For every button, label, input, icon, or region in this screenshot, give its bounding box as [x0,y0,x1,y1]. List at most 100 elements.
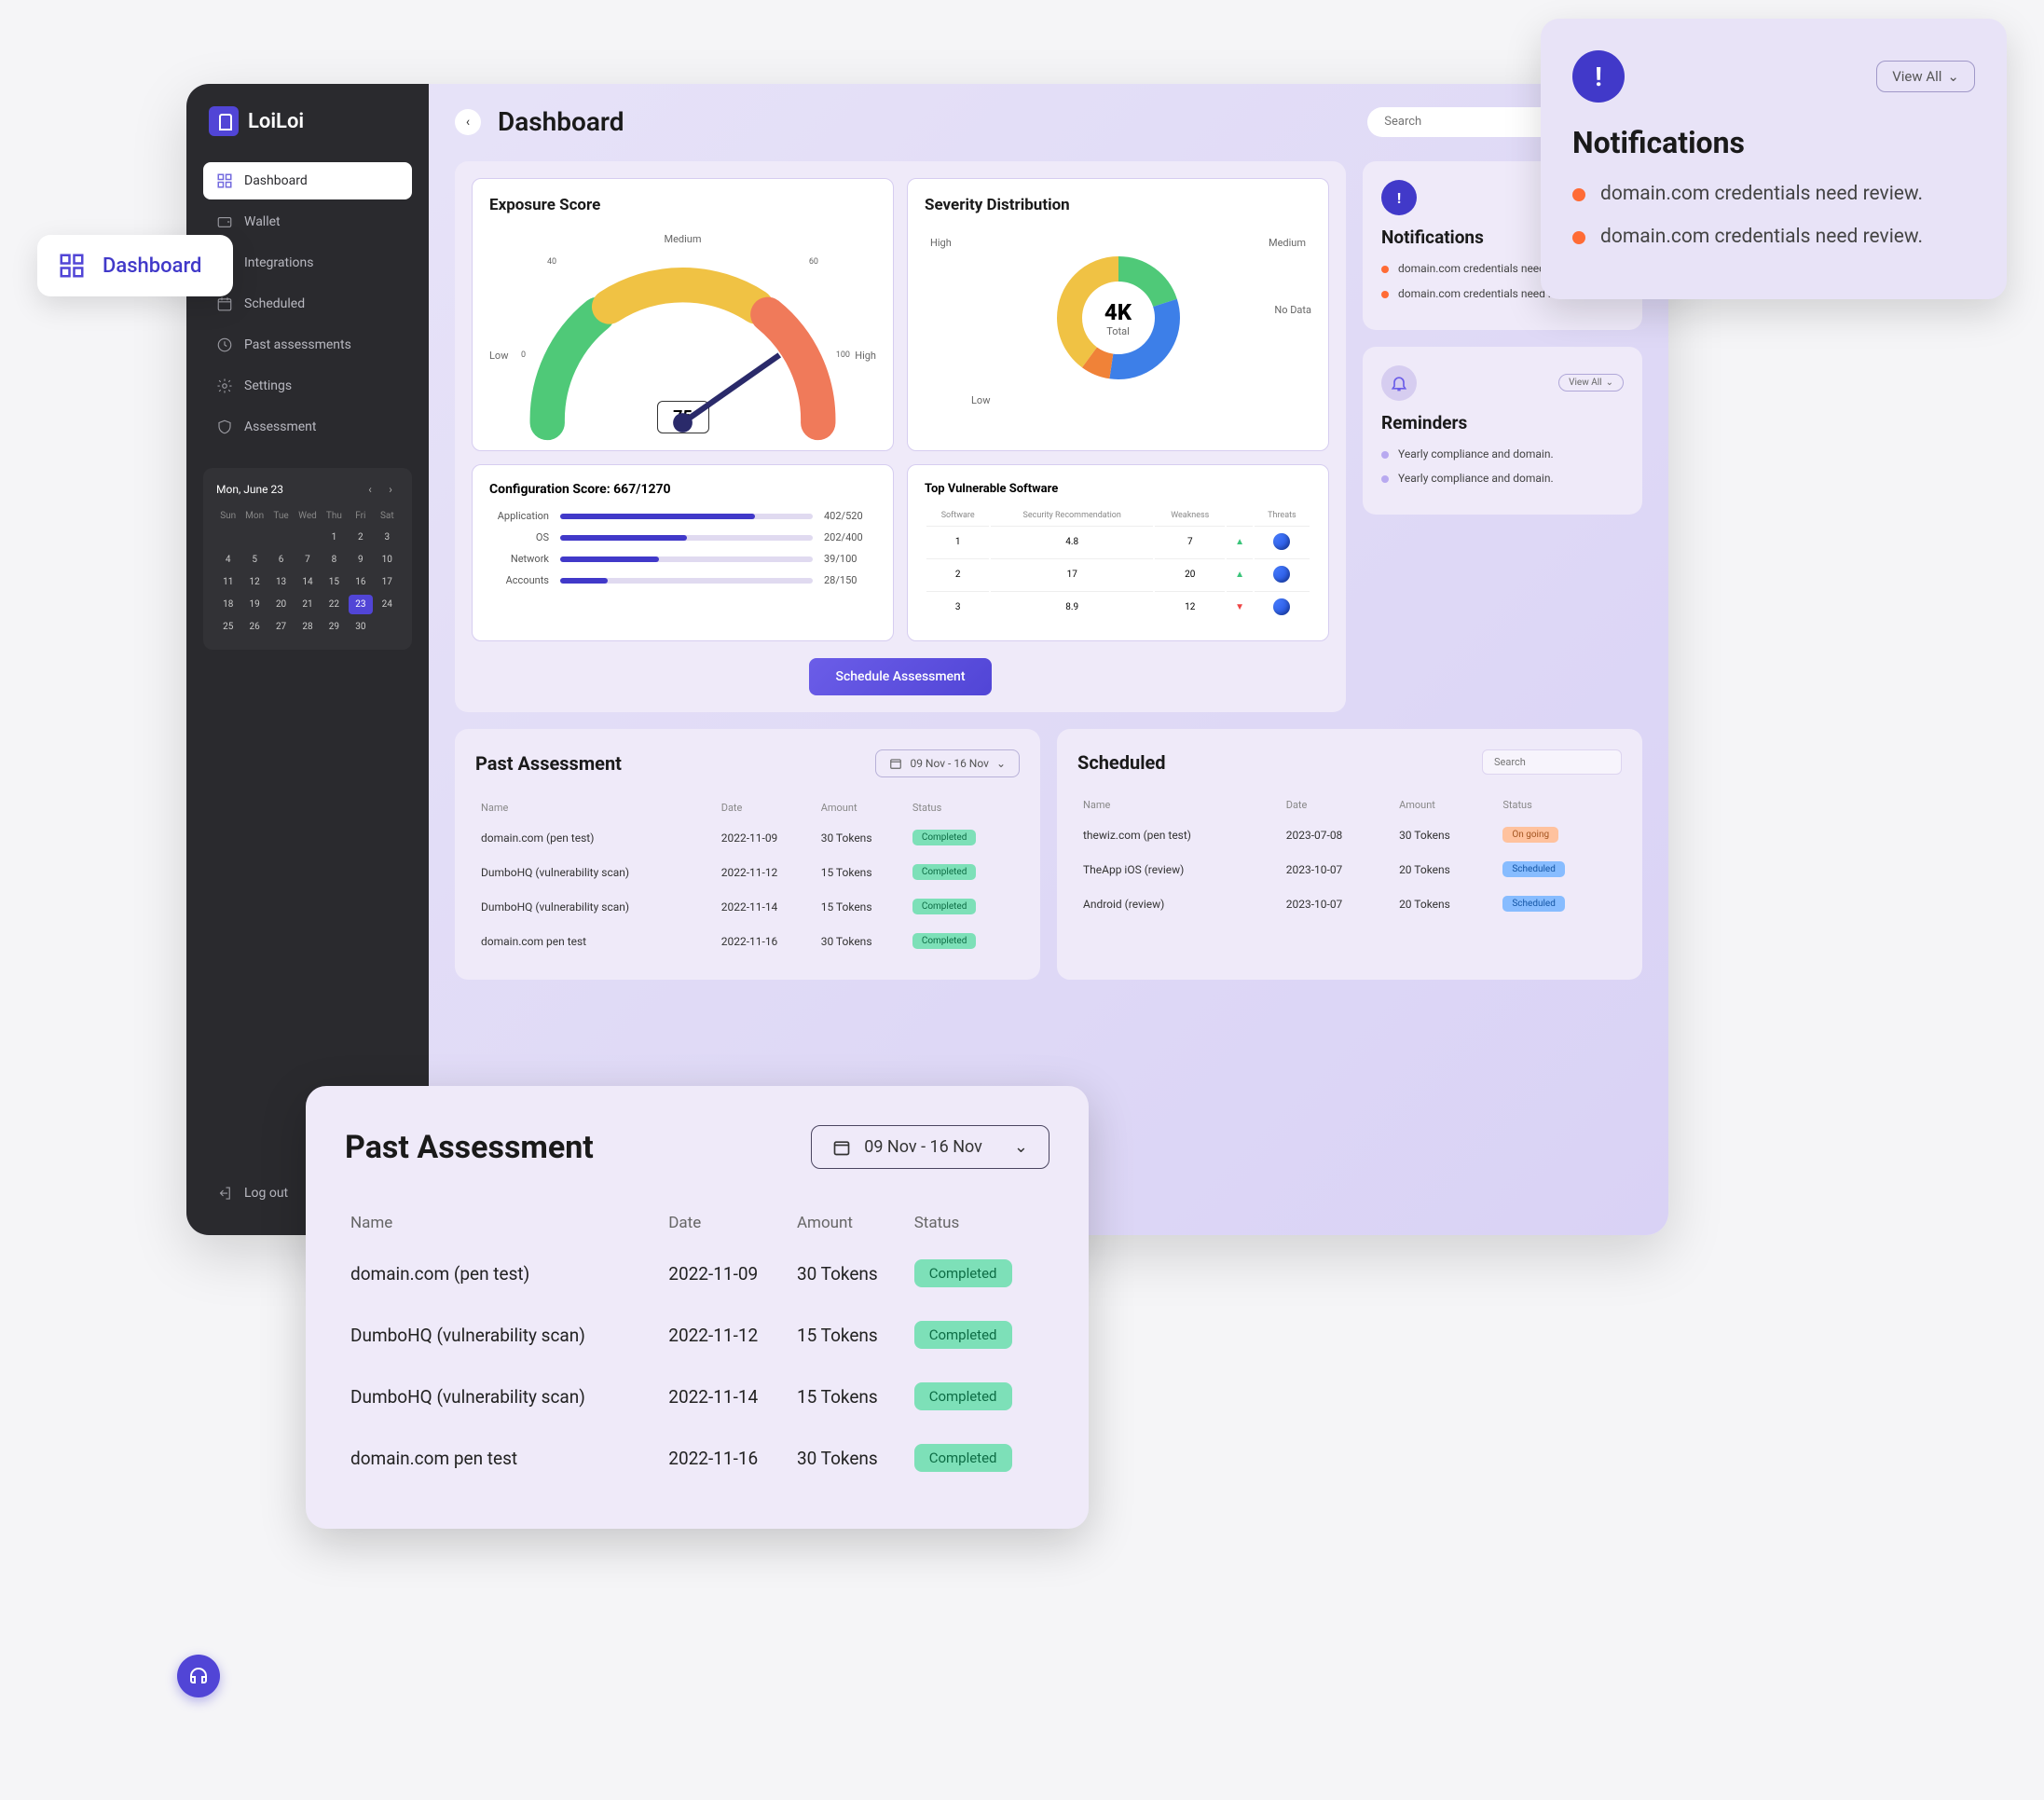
table-row[interactable]: thewiz.com (pen test)2023-07-0830 Tokens… [1079,818,1620,851]
status-dot [1572,231,1585,244]
table-row[interactable]: domain.com (pen test)2022-11-0930 Tokens… [477,821,1018,854]
table-row[interactable]: TheApp iOS (review)2023-10-0720 TokensSc… [1079,853,1620,886]
status-dot [1381,475,1389,483]
config-title: Configuration Score: 667/1270 [489,482,876,497]
calendar-day[interactable]: 20 [269,595,293,614]
donut-value: 4K [1104,299,1132,325]
calendar-dow: Sat [376,507,399,525]
floating-nav-chip[interactable]: Dashboard [37,235,233,296]
calendar-day[interactable]: 23 [349,595,372,614]
calendar-day[interactable]: 27 [269,617,293,637]
list-item: domain.com credentials need review. [1572,181,1975,207]
table-row[interactable]: DumboHQ (vulnerability scan)2022-11-1215… [347,1305,1048,1365]
status-badge: On going [1502,827,1558,843]
vuln-table: SoftwareSecurity RecommendationWeaknessT… [925,505,1311,624]
calendar-day[interactable]: 19 [242,595,266,614]
calendar-title: Mon, June 23 [216,483,283,496]
sidebar-item-settings[interactable]: Settings [203,367,412,405]
config-value: 28/150 [824,574,876,586]
metrics-panel: Exposure Score Medium [455,161,1346,712]
schedule-button[interactable]: Schedule Assessment [809,658,991,695]
status-badge: Completed [912,864,977,880]
sidebar-item-dashboard[interactable]: Dashboard [203,162,412,199]
page-title: Dashboard [498,106,624,137]
calendar-day[interactable]: 28 [295,617,319,637]
calendar-day[interactable]: 4 [216,550,240,570]
calendar-prev[interactable]: ‹ [362,481,378,498]
calendar-day[interactable]: 3 [376,528,399,547]
calendar-day[interactable]: 15 [322,572,346,592]
calendar-day[interactable]: 16 [349,572,372,592]
calendar-day[interactable]: 29 [322,617,346,637]
calendar-day[interactable]: 24 [376,595,399,614]
alert-icon: ! [1572,50,1625,103]
view-all-button[interactable]: View All ⌄ [1558,374,1624,392]
calendar-day [295,528,319,547]
column-header: Date [665,1204,791,1242]
column-header: Name [1079,793,1281,817]
support-button[interactable] [177,1655,220,1697]
gauge-label-high: High [855,350,876,362]
calendar-day[interactable]: 6 [269,550,293,570]
table-row[interactable]: Android (review)2023-10-0720 TokensSched… [1079,887,1620,920]
table-row[interactable]: domain.com (pen test)2022-11-0930 Tokens… [347,1244,1048,1303]
floating-nav-label: Dashboard [103,254,201,278]
calendar-day[interactable]: 25 [216,617,240,637]
calendar-day [376,617,399,637]
calendar-day[interactable]: 2 [349,528,372,547]
calendar-day[interactable]: 8 [322,550,346,570]
calendar-day[interactable]: 18 [216,595,240,614]
gauge-label-medium: Medium [664,233,701,245]
config-row: OS202/400 [489,531,876,543]
scheduled-search[interactable] [1482,749,1622,775]
logout-icon [216,1185,233,1202]
sidebar-item-scheduled[interactable]: Scheduled [203,285,412,323]
chevron-down-icon: ⌄ [1947,68,1959,85]
calendar-day[interactable]: 5 [242,550,266,570]
table-row[interactable]: DumboHQ (vulnerability scan)2022-11-1215… [477,856,1018,888]
list-item: Yearly compliance and domain. [1381,471,1624,487]
lock-icon [209,106,239,136]
date-range-picker[interactable]: 09 Nov - 16 Nov ⌄ [875,749,1020,777]
calendar-day[interactable]: 11 [216,572,240,592]
calendar-day[interactable]: 21 [295,595,319,614]
calendar-day [242,528,266,547]
column-header: Status [911,1204,1048,1242]
calendar-day[interactable]: 14 [295,572,319,592]
view-all-button[interactable]: View All ⌄ [1876,61,1975,92]
calendar-day[interactable]: 10 [376,550,399,570]
sidebar-item-assessment[interactable]: Assessment [203,408,412,446]
status-dot [1572,188,1585,201]
table-row[interactable]: domain.com pen test2022-11-1630 TokensCo… [347,1428,1048,1488]
sidebar-item-integrations[interactable]: Integrations [203,244,412,282]
config-value: 202/400 [824,531,876,543]
date-range-picker[interactable]: 09 Nov - 16 Nov ⌄ [811,1125,1049,1169]
calendar-day[interactable]: 13 [269,572,293,592]
search-input[interactable] [1384,115,1550,129]
back-button[interactable]: ‹ [455,109,481,135]
calendar-day [216,528,240,547]
past-assessment-popup: Past Assessment 09 Nov - 16 Nov ⌄ NameDa… [306,1086,1089,1529]
calendar-day[interactable]: 9 [349,550,372,570]
chevron-down-icon: ⌄ [1014,1137,1028,1157]
sidebar-item-label: Assessment [244,419,316,434]
table-row: 14.87▲ [926,526,1310,556]
table-row[interactable]: DumboHQ (vulnerability scan)2022-11-1415… [347,1367,1048,1426]
column-header: Amount [817,796,907,819]
calendar-day[interactable]: 1 [322,528,346,547]
calendar-day[interactable]: 17 [376,572,399,592]
gauge-label-low: Low [489,350,508,362]
calendar-day[interactable]: 30 [349,617,372,637]
table-row[interactable]: DumboHQ (vulnerability scan)2022-11-1415… [477,890,1018,923]
calendar-day[interactable]: 22 [322,595,346,614]
calendar-day[interactable]: 12 [242,572,266,592]
table-row[interactable]: domain.com pen test2022-11-1630 TokensCo… [477,925,1018,957]
sidebar-item-past[interactable]: Past assessments [203,326,412,364]
calendar-day[interactable]: 26 [242,617,266,637]
calendar-next[interactable]: › [382,481,399,498]
exposure-card: Exposure Score Medium [472,178,894,451]
column-header: Date [1283,793,1393,817]
calendar-day[interactable]: 7 [295,550,319,570]
brand-logo: LoiLoi [186,106,429,162]
sidebar-item-wallet[interactable]: Wallet [203,203,412,240]
